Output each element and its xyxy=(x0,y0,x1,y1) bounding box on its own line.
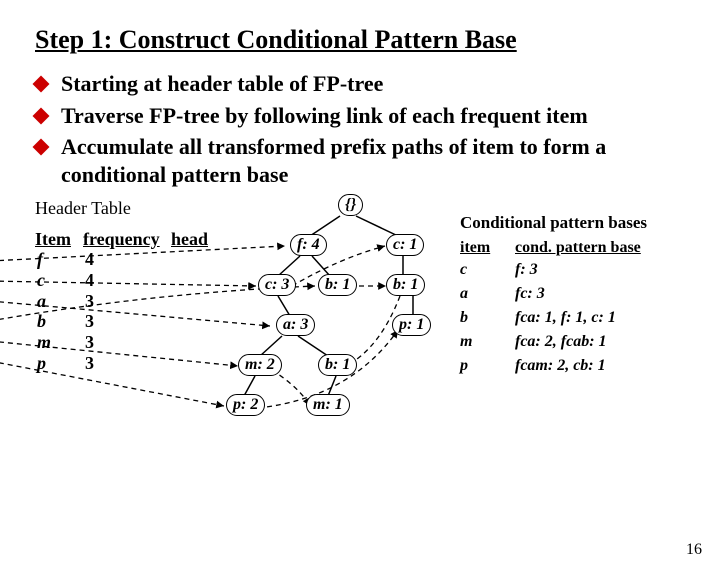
cell: b xyxy=(35,311,85,332)
col-freq: frequency xyxy=(83,229,171,250)
tree-node: c: 3 xyxy=(258,274,296,296)
tree-node: a: 3 xyxy=(276,314,315,336)
table-row: m3 xyxy=(35,332,208,353)
cpb-row: pfcam: 2, cb: 1 xyxy=(460,357,647,375)
cell: b xyxy=(460,309,515,327)
cpb-row: afc: 3 xyxy=(460,285,647,303)
cpb-row: cf: 3 xyxy=(460,261,647,279)
cell: a xyxy=(35,291,85,312)
bullet-item: Starting at header table of FP-tree xyxy=(35,70,685,98)
cpb-row: bfca: 1, f: 1, c: 1 xyxy=(460,309,647,327)
bullet-icon xyxy=(33,76,50,93)
bullet-item: Accumulate all transformed prefix paths … xyxy=(35,133,685,188)
cell: fca: 1, f: 1, c: 1 xyxy=(515,309,616,327)
cell: p xyxy=(460,357,515,375)
tree-node: p: 2 xyxy=(226,394,265,416)
conditional-pattern-bases: Conditional pattern bases item cond. pat… xyxy=(460,213,647,381)
tree-node: m: 1 xyxy=(306,394,350,416)
table-row: c4 xyxy=(35,270,208,291)
cell: m xyxy=(460,333,515,351)
cell: c xyxy=(460,261,515,279)
header-table-columns: Item frequency head xyxy=(35,229,208,250)
cell: f: 3 xyxy=(515,261,538,279)
cpb-header: item cond. pattern base xyxy=(460,239,647,257)
col-head: head xyxy=(171,229,208,250)
cell: 4 xyxy=(85,249,173,270)
cpb-title: Conditional pattern bases xyxy=(460,213,647,233)
tree-node: f: 4 xyxy=(290,234,327,256)
cell: 3 xyxy=(85,311,173,332)
header-table: Header Table Item frequency head f4 c4 a… xyxy=(35,198,208,374)
table-row: a3 xyxy=(35,291,208,312)
tree-node: b: 1 xyxy=(386,274,425,296)
tree-root: {} xyxy=(338,194,363,216)
cell: fca: 2, fcab: 1 xyxy=(515,333,607,351)
bullet-text: Starting at header table of FP-tree xyxy=(61,70,383,98)
cell: 3 xyxy=(85,291,173,312)
cell: p xyxy=(35,353,85,374)
table-row: f4 xyxy=(35,249,208,270)
cpb-col-item: item xyxy=(460,239,515,257)
tree-node: b: 1 xyxy=(318,274,357,296)
cell: fc: 3 xyxy=(515,285,545,303)
bullet-list: Starting at header table of FP-tree Trav… xyxy=(35,70,685,188)
slide-title: Step 1: Construct Conditional Pattern Ba… xyxy=(35,25,720,55)
cell: 4 xyxy=(85,270,173,291)
cpb-col-base: cond. pattern base xyxy=(515,239,641,257)
diagram-area: Header Table Item frequency head f4 c4 a… xyxy=(0,198,720,488)
table-row: p3 xyxy=(35,353,208,374)
bullet-item: Traverse FP-tree by following link of ea… xyxy=(35,102,685,130)
tree-node: c: 1 xyxy=(386,234,424,256)
table-row: b3 xyxy=(35,311,208,332)
page-number: 16 xyxy=(686,541,702,559)
bullet-icon xyxy=(33,107,50,124)
col-item: Item xyxy=(35,229,83,250)
tree-node: m: 2 xyxy=(238,354,282,376)
cpb-row: mfca: 2, fcab: 1 xyxy=(460,333,647,351)
bullet-icon xyxy=(33,139,50,156)
cell: fcam: 2, cb: 1 xyxy=(515,357,606,375)
cell: 3 xyxy=(85,332,173,353)
cell: f xyxy=(35,249,85,270)
cell: c xyxy=(35,270,85,291)
header-table-caption: Header Table xyxy=(35,198,208,219)
bullet-text: Traverse FP-tree by following link of ea… xyxy=(61,102,588,130)
bullet-text: Accumulate all transformed prefix paths … xyxy=(61,133,685,188)
cell: m xyxy=(35,332,85,353)
tree-node: b: 1 xyxy=(318,354,357,376)
cell: 3 xyxy=(85,353,173,374)
fp-tree: {} f: 4 c: 1 c: 3 b: 1 b: 1 a: 3 p: 1 m:… xyxy=(230,198,450,488)
tree-node: p: 1 xyxy=(392,314,431,336)
cell: a xyxy=(460,285,515,303)
